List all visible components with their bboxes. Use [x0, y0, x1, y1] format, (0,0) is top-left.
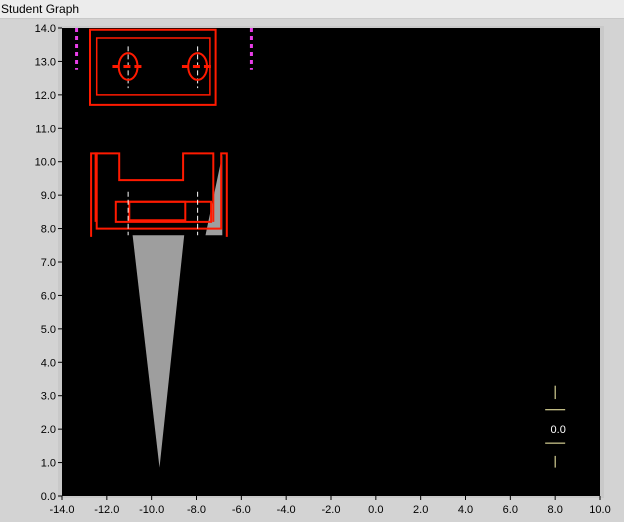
y-tick-label: 4.0 [41, 357, 56, 369]
y-tick-label: 9.0 [41, 190, 56, 202]
title-bar: Student Graph [0, 0, 624, 19]
x-axis: -14.0 -12.0 -10.0 -8.0 -6.0 -4.0 -2.0 0.0 2.0 4.0… [49, 496, 611, 516]
y-tick-label: 11.0 [35, 123, 56, 135]
x-tick-label: 4.0 [458, 504, 473, 516]
y-axis: 0.0 1.0 2.0 3.0 4.0 5.0 6.0 7.0 8.0 9.0 10.0 11.0 12… [35, 23, 62, 503]
x-tick-label: -2.0 [322, 504, 341, 516]
y-tick-label: 2.0 [41, 424, 56, 436]
y-tick-label: 7.0 [41, 257, 56, 269]
x-tick-label: -12.0 [94, 504, 119, 516]
y-tick-label: 5.0 [41, 324, 56, 336]
x-tick-label: -4.0 [277, 504, 296, 516]
y-tick-label: 14.0 [35, 23, 56, 35]
x-tick-label: -8.0 [187, 504, 206, 516]
x-tick-label: 2.0 [413, 504, 428, 516]
x-tick-label: 8.0 [548, 504, 563, 516]
y-tick-label: 12.0 [35, 90, 56, 102]
x-tick-label: 0.0 [368, 504, 383, 516]
y-tick-label: 1.0 [41, 458, 56, 470]
y-tick-label: 0.0 [41, 491, 56, 503]
y-tick-label: 13.0 [35, 56, 56, 68]
x-tick-label: 10.0 [589, 504, 610, 516]
y-tick-label: 8.0 [41, 224, 56, 236]
x-tick-label: -14.0 [49, 504, 74, 516]
student-graph-plot[interactable]: 0.0 1.0 2.0 3.0 4.0 5.0 6.0 7.0 8.0 9.0 10.0 11.0 12… [0, 18, 624, 522]
y-tick-label: 10.0 [35, 157, 56, 169]
y-tick-label: 3.0 [41, 391, 56, 403]
graph-title: Student Graph [1, 2, 80, 16]
indicator-value: 0.0 [551, 424, 566, 436]
graph-window: Student Graph 0.0 1.0 2.0 3.0 4.0 5.0 6.0 7.0 8.… [0, 0, 624, 522]
y-tick-label: 6.0 [41, 290, 56, 302]
x-tick-label: -6.0 [232, 504, 251, 516]
x-tick-label: -10.0 [139, 504, 164, 516]
x-tick-label: 6.0 [503, 504, 518, 516]
